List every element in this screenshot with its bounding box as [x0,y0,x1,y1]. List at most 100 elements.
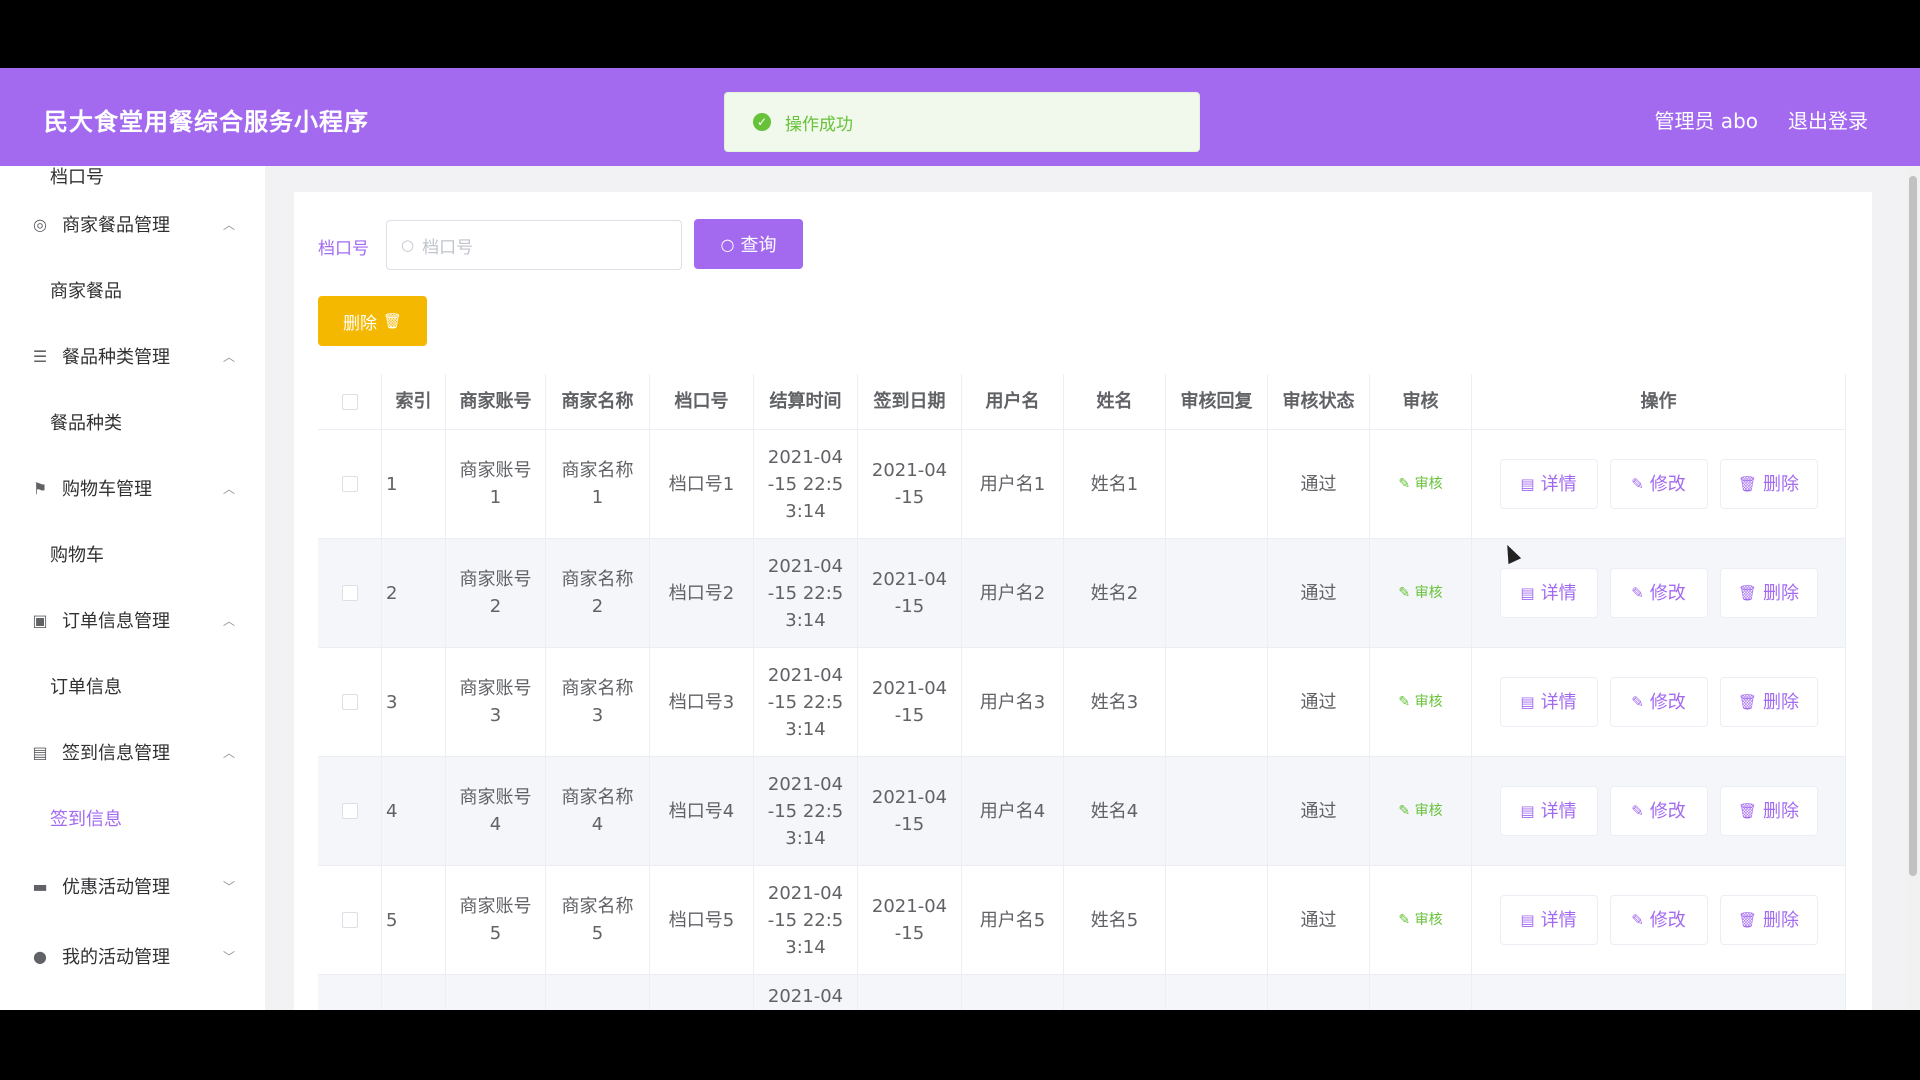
chevron-up-icon: ︿ [222,217,235,232]
partial-cell [382,975,446,1010]
document-icon: ▤ [1520,801,1535,820]
sidebar-group-merchant-meals[interactable]: ◎ 商家餐品管理 ︿ [0,204,265,244]
detail-button[interactable]: ▤ 详情 [1499,459,1598,509]
header-cell: 商家账号 [446,374,546,429]
cell-account: 商家账号 2 [446,539,546,647]
chevron-up-icon: ︿ [222,349,235,364]
cell-username: 用户名4 [962,757,1064,865]
row-checkbox[interactable] [341,803,358,819]
delete-button[interactable]: 🗑 删除 [1719,677,1818,727]
row-checkbox[interactable] [341,476,358,492]
sidebar-item-orders[interactable]: 订单信息 [0,666,265,706]
edit-button[interactable]: ✎ 修改 [1609,459,1708,509]
audit-link[interactable]: ✎ 审核 [1398,580,1442,607]
cell-actions: ▤ 详情 ✎ 修改 🗑 删除 [1472,866,1846,974]
cell-name: 商家名称 3 [546,648,650,756]
sidebar-group-my-activities[interactable]: ● 我的活动管理 ﹀ [0,936,265,976]
row-checkbox[interactable] [341,585,358,601]
header-user-area: 管理员 abo 退出登录 [1654,105,1868,134]
cell-index: 2 [382,539,446,647]
sidebar-group-cart[interactable]: ⚑ 购物车管理 ︿ [0,468,265,508]
partial-cell [1472,975,1846,1010]
cell-realname: 姓名3 [1064,648,1166,756]
cell-audit: ✎ 审核 [1370,757,1472,865]
row-select-cell [318,430,382,538]
sidebar-item-cart[interactable]: 购物车 [0,534,265,574]
delete-button[interactable]: 🗑 删除 [1719,895,1818,945]
cell-username: 用户名3 [962,648,1064,756]
delete-button[interactable]: 🗑 删除 [1719,459,1818,509]
row-checkbox[interactable] [341,912,358,928]
cell-actions: ▤ 详情 ✎ 修改 🗑 删除 [1472,430,1846,538]
query-button[interactable]: ○ 查询 [694,219,803,269]
sidebar-group-label: 优惠活动管理 [62,877,170,898]
cell-settle-time: 2021-04 -15 22:5 3:14 [754,539,858,647]
batch-delete-button[interactable]: 删除 🗑 [318,296,427,346]
table-row: 5 商家账号 5 商家名称 5 档口号5 2021-04 -15 22:5 3:14 20… [318,866,1846,975]
delete-button-label: 删除 [1763,800,1800,822]
sidebar-item-signin[interactable]: 签到信息 [0,798,265,838]
sidebar-item-meal-types[interactable]: 餐品种类 [0,402,265,442]
cell-sign-date: 2021-04 -15 [858,757,962,865]
document-icon: ▤ [1520,583,1535,602]
edit-pen-icon: ✎ [1398,802,1415,819]
app-title: 民大食堂用餐综合服务小程序 [44,108,369,136]
partial-cell [546,975,650,1010]
audit-link[interactable]: ✎ 审核 [1398,471,1442,498]
sidebar-item-merchant-meals[interactable]: 商家餐品 [0,270,265,310]
scrollbar[interactable] [1906,166,1920,1010]
audit-link[interactable]: ✎ 审核 [1398,689,1442,716]
detail-button[interactable]: ▤ 详情 [1499,677,1598,727]
edit-button[interactable]: ✎ 修改 [1609,568,1708,618]
flag-icon: ⚑ [32,478,48,498]
header-cell: 审核 [1370,374,1472,429]
audit-link[interactable]: ✎ 审核 [1398,798,1442,825]
partial-cell [1064,975,1166,1010]
logout-link[interactable]: 退出登录 [1788,105,1868,134]
detail-button[interactable]: ▤ 详情 [1499,895,1598,945]
sidebar-group-promotions[interactable]: ▬ 优惠活动管理 ﹀ [0,866,265,906]
search-icon: ○ [401,236,415,254]
scrollbar-thumb[interactable] [1909,176,1917,876]
cell-stall: 档口号3 [650,648,754,756]
detail-button[interactable]: ▤ 详情 [1499,568,1598,618]
edit-pen-icon: ✎ [1631,801,1644,820]
edit-button-label: 修改 [1649,691,1686,713]
select-all-checkbox[interactable] [341,393,358,410]
delete-button-label: 删除 [1763,691,1800,713]
sidebar-group-orders[interactable]: ▣ 订单信息管理 ︿ [0,600,265,640]
edit-button[interactable]: ✎ 修改 [1609,786,1708,836]
detail-button[interactable]: ▤ 详情 [1499,786,1598,836]
sidebar-group-label: 商家餐品管理 [62,215,170,236]
edit-button[interactable]: ✎ 修改 [1609,677,1708,727]
header-cell: 姓名 [1064,374,1166,429]
sidebar-group-meal-types[interactable]: ☰ 餐品种类管理 ︿ [0,336,265,376]
cell-status: 通过 [1268,539,1370,647]
header-cell: 审核回复 [1166,374,1268,429]
detail-button-label: 详情 [1540,691,1577,713]
delete-button[interactable]: 🗑 删除 [1719,786,1818,836]
sidebar-group-signin[interactable]: ▤ 签到信息管理 ︿ [0,732,265,772]
partial-cell [1268,975,1370,1010]
cell-status: 通过 [1268,430,1370,538]
chevron-up-icon: ︿ [222,613,235,628]
cell-status: 通过 [1268,757,1370,865]
audit-link[interactable]: ✎ 审核 [1398,907,1442,934]
cell-name: 商家名称 4 [546,757,650,865]
cell-account: 商家账号 5 [446,866,546,974]
cell-stall: 档口号5 [650,866,754,974]
audit-link-label: 审核 [1414,911,1443,928]
delete-button-label: 删除 [1763,582,1800,604]
cell-realname: 姓名1 [1064,430,1166,538]
audit-link-label: 审核 [1414,475,1443,492]
partial-cell [1370,975,1472,1010]
sidebar-item-partial[interactable]: 档口号 [0,166,265,196]
cell-status: 通过 [1268,866,1370,974]
edit-pen-icon: ✎ [1398,911,1415,928]
row-checkbox[interactable] [341,694,358,710]
delete-button[interactable]: 🗑 删除 [1719,568,1818,618]
edit-button[interactable]: ✎ 修改 [1609,895,1708,945]
search-input[interactable]: ○ 档口号 [386,220,682,270]
partial-cell [318,975,382,1010]
chevron-up-icon: ︿ [222,481,235,496]
